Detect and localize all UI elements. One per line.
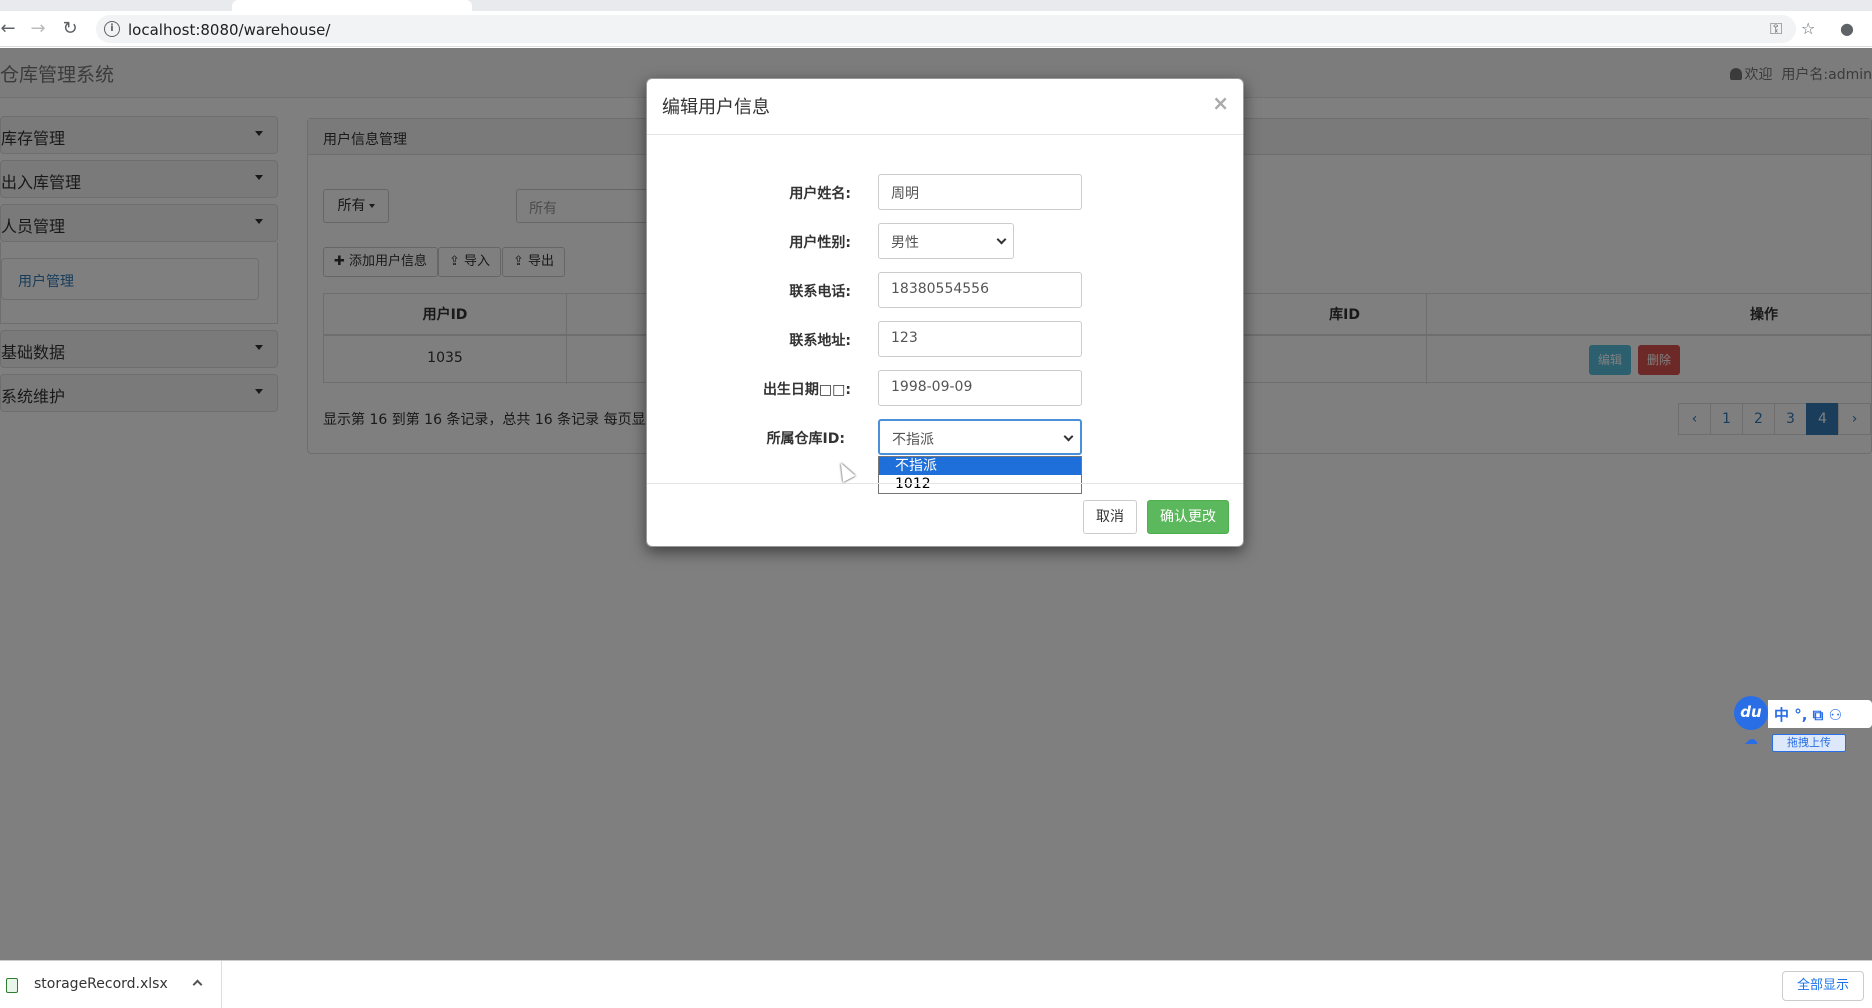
download-bar: storageRecord.xlsx 全部显示 xyxy=(0,960,1872,1008)
phone-input[interactable]: 18380554556 xyxy=(878,272,1082,308)
modal-title: 编辑用户信息 xyxy=(662,97,770,118)
warehouse-option[interactable]: 不指派 xyxy=(879,457,1081,475)
address-input[interactable]: 123 xyxy=(878,321,1082,357)
warehouse-label: 所属仓库ID: xyxy=(766,431,845,447)
forward-arrow-icon[interactable]: → xyxy=(26,17,50,41)
reload-icon[interactable]: ↻ xyxy=(58,17,82,41)
birth-label: 出生日期□□: xyxy=(762,382,851,398)
drag-upload-button[interactable]: 拖拽上传 xyxy=(1772,734,1846,752)
download-filename: storageRecord.xlsx xyxy=(34,976,168,992)
warehouse-select-value: 不指派 xyxy=(892,432,934,448)
site-info-icon[interactable]: i xyxy=(104,21,120,37)
address-label: 联系地址: xyxy=(789,333,851,349)
gender-select[interactable]: 男性 xyxy=(878,223,1014,259)
phone-label: 联系电话: xyxy=(789,284,851,300)
modal-header: 编辑用户信息 × xyxy=(647,79,1243,135)
profile-icon[interactable]: ● xyxy=(1840,19,1854,38)
edit-user-modal: 编辑用户信息 × 用户姓名: 周明 用户性别: 男性 联系电话: 1838055… xyxy=(646,78,1244,547)
form-row-birth: 出生日期□□: 1998-09-09 xyxy=(647,370,1245,406)
page-content: 仓库管理系统 欢迎 用户名:admin 库存管理 出入库管理 人员管理 用户管理… xyxy=(0,48,1872,960)
key-icon[interactable]: ⚿ xyxy=(1770,19,1782,39)
cloud-icon: ☁ xyxy=(1744,732,1758,748)
address-bar[interactable]: i localhost:8080/warehouse/ xyxy=(96,15,1796,43)
browser-toolbar: ← → ↻ i localhost:8080/warehouse/ ⚿ ☆ ● xyxy=(0,11,1872,47)
bookmark-star-icon[interactable]: ☆ xyxy=(1801,19,1815,38)
confirm-changes-button[interactable]: 确认更改 xyxy=(1147,500,1229,534)
browser-active-tab[interactable] xyxy=(232,0,472,11)
modal-footer: 取消 确认更改 xyxy=(647,483,1243,547)
browser-tabstrip xyxy=(0,0,1872,11)
warehouse-select[interactable]: 不指派 xyxy=(878,419,1082,455)
form-row-gender: 用户性别: 男性 xyxy=(647,223,1245,259)
gender-label: 用户性别: xyxy=(789,235,851,251)
birth-input[interactable]: 1998-09-09 xyxy=(878,370,1082,406)
back-arrow-icon[interactable]: ← xyxy=(0,17,20,41)
ime-widget: 中 °, ⧉ ⚇ du ☁ 拖拽上传 xyxy=(1734,696,1872,756)
excel-file-icon xyxy=(6,978,18,993)
download-item[interactable]: storageRecord.xlsx xyxy=(0,961,222,1008)
cancel-button[interactable]: 取消 xyxy=(1083,500,1137,534)
show-all-downloads-button[interactable]: 全部显示 xyxy=(1781,971,1864,1001)
name-label: 用户姓名: xyxy=(789,186,851,202)
baidu-ime-logo-icon[interactable]: du xyxy=(1734,696,1768,730)
ime-toolbar[interactable]: 中 °, ⧉ ⚇ xyxy=(1768,700,1872,728)
form-row-name: 用户姓名: 周明 xyxy=(647,174,1245,210)
gender-select-value: 男性 xyxy=(891,235,919,251)
close-icon[interactable]: × xyxy=(1212,91,1229,115)
form-row-warehouse: 所属仓库ID: 不指派 不指派 1012 xyxy=(647,419,1245,494)
chevron-down-icon xyxy=(1063,431,1074,442)
chevron-down-icon xyxy=(996,234,1007,245)
chevron-up-icon[interactable] xyxy=(192,979,203,990)
name-input[interactable]: 周明 xyxy=(878,174,1082,210)
form-row-phone: 联系电话: 18380554556 xyxy=(647,272,1245,308)
address-url: localhost:8080/warehouse/ xyxy=(128,21,331,39)
form-row-address: 联系地址: 123 xyxy=(647,321,1245,357)
